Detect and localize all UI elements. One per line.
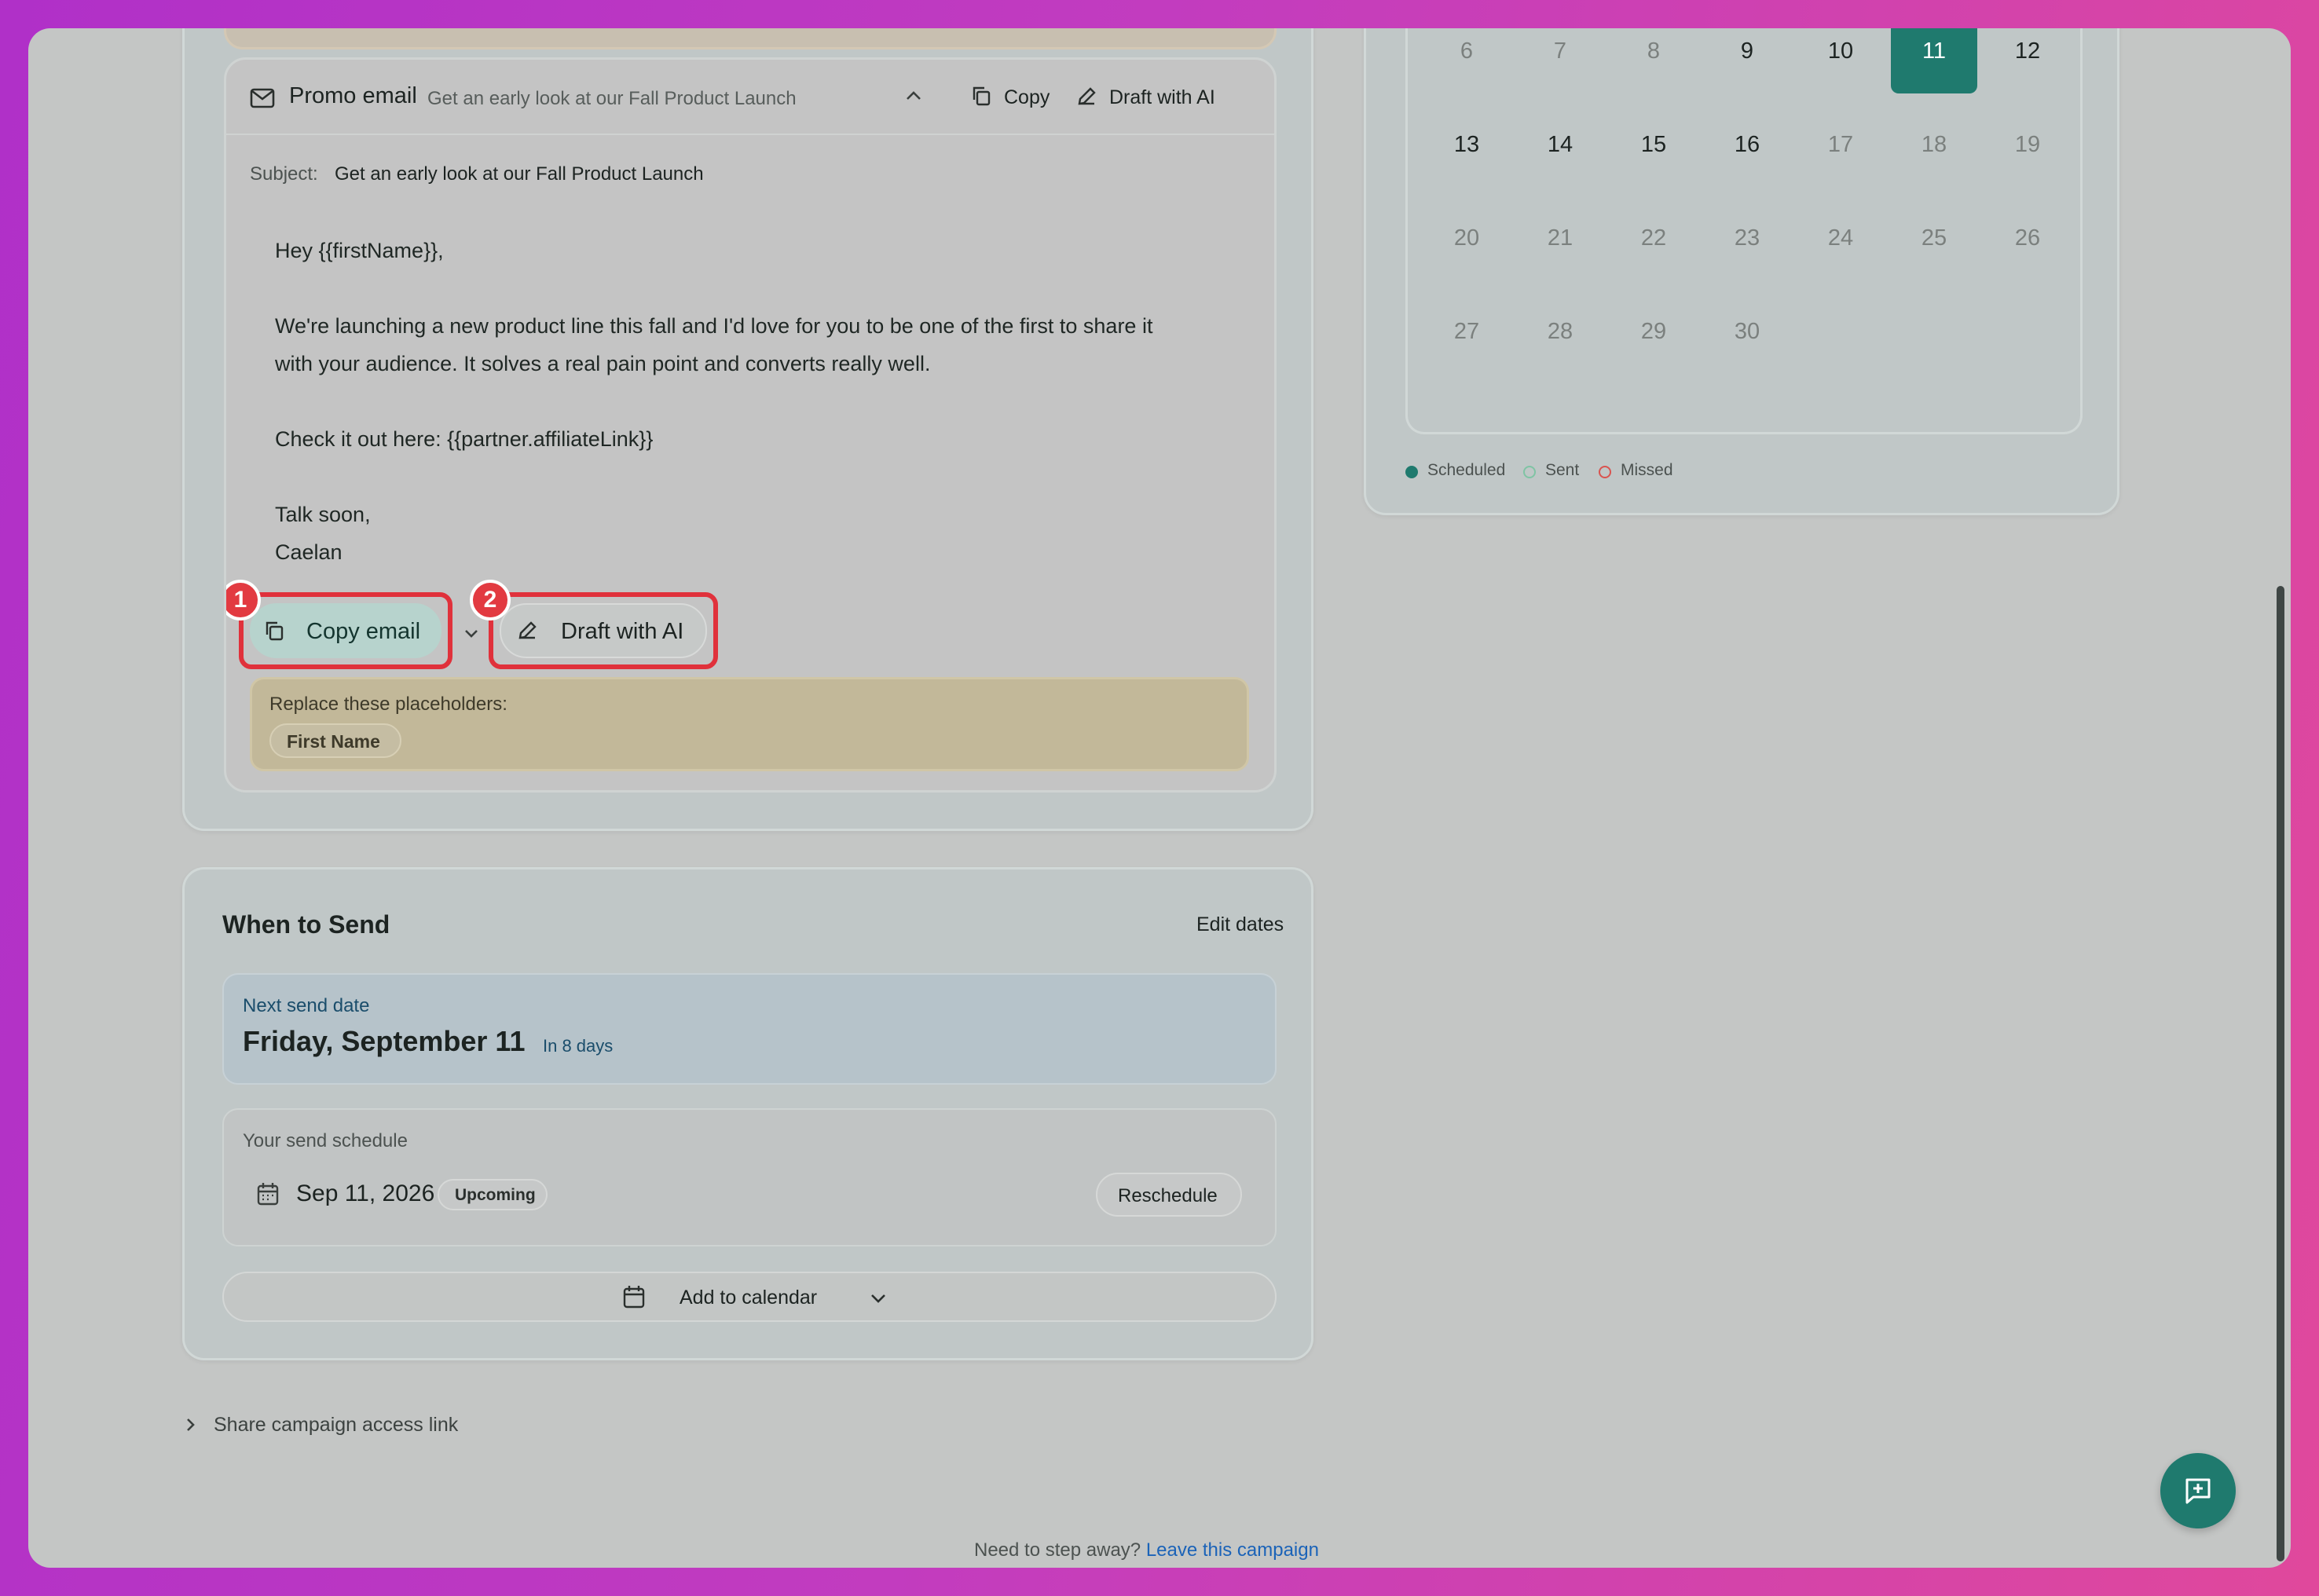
chevron-down-icon[interactable] — [463, 628, 479, 639]
add-to-calendar-button[interactable]: Add to calendar — [222, 1272, 1277, 1322]
upcoming-badge: Upcoming — [438, 1179, 548, 1210]
draft-with-ai-button[interactable]: Draft with AI — [500, 603, 707, 658]
send-schedule-label: Your send schedule — [243, 1130, 408, 1151]
calendar-day[interactable]: 17 — [1797, 102, 1884, 187]
calendar-icon — [257, 1182, 279, 1206]
when-to-send-title: When to Send — [222, 910, 390, 939]
calendar-day[interactable]: 25 — [1891, 196, 1977, 280]
email-title: Promo email — [289, 83, 417, 108]
email-preview: Get an early look at our Fall Product La… — [427, 88, 797, 109]
floating-chat-button[interactable] — [2160, 1453, 2236, 1528]
email-card: Promo email Get an early look at our Fal… — [182, 28, 1313, 831]
calendar-day[interactable]: 10 — [1797, 28, 1884, 93]
pencil-icon[interactable] — [1076, 86, 1097, 107]
upcoming-label: Upcoming — [455, 1186, 536, 1204]
share-campaign-link[interactable]: Share campaign access link — [185, 1407, 515, 1442]
send-schedule-panel: Your send schedule Sep 11, 2026 Upcoming… — [222, 1108, 1277, 1246]
calendar-day[interactable]: 22 — [1610, 196, 1697, 280]
draft-with-ai-header-button[interactable]: Draft with AI — [1109, 86, 1215, 109]
leave-campaign-link[interactable]: Leave this campaign — [1146, 1539, 1319, 1561]
scrollbar-thumb[interactable] — [2277, 586, 2284, 1561]
in-days-badge: In 8 days — [543, 1036, 614, 1056]
calendar-day-selected[interactable]: 11 — [1891, 28, 1977, 93]
calendar-day[interactable]: 15 — [1610, 102, 1697, 187]
calendar-day[interactable]: 14 — [1517, 102, 1603, 187]
legend-scheduled: Scheduled — [1427, 461, 1506, 479]
copy-icon[interactable] — [971, 85, 991, 107]
copy-icon — [264, 620, 284, 642]
body-link-line: Check it out here: {{partner.affiliateLi… — [275, 427, 654, 451]
calendar-day[interactable]: 9 — [1704, 28, 1790, 93]
sent-dot — [1523, 466, 1536, 478]
calendar-day[interactable]: 16 — [1704, 102, 1790, 187]
chevron-up-icon[interactable] — [905, 90, 922, 102]
reschedule-label: Reschedule — [1118, 1185, 1218, 1206]
placeholder-chip[interactable]: First Name — [269, 723, 401, 758]
calendar-day[interactable]: 12 — [1984, 28, 2071, 93]
reschedule-button[interactable]: Reschedule — [1096, 1173, 1242, 1217]
promo-email-panel: Promo email Get an early look at our Fal… — [224, 57, 1277, 793]
schedule-date: Sep 11, 2026 — [296, 1181, 435, 1206]
footer: Need to step away? Leave this campaign — [974, 1539, 1367, 1568]
calendar-day[interactable]: 24 — [1797, 196, 1884, 280]
placeholder-notice: Replace these placeholders: First Name — [250, 677, 1249, 771]
mail-icon — [250, 88, 275, 108]
legend-missed: Missed — [1621, 461, 1673, 479]
calendar-day[interactable]: 6 — [1423, 28, 1510, 93]
placeholder-chip-label: First Name — [287, 731, 380, 752]
draft-with-ai-label: Draft with AI — [561, 619, 684, 644]
calendar-day[interactable]: 30 — [1704, 289, 1790, 374]
calendar-day[interactable]: 26 — [1984, 196, 2071, 280]
share-campaign-label: Share campaign access link — [214, 1414, 459, 1436]
top-strip — [224, 28, 1277, 49]
pencil-icon — [517, 620, 537, 641]
calendar-day[interactable]: 21 — [1517, 196, 1603, 280]
app-window: Promo email Get an early look at our Fal… — [28, 28, 2291, 1568]
step-badge-2: 2 — [470, 580, 511, 620]
subject-value: Get an early look at our Fall Product La… — [335, 163, 704, 185]
subject-label: Subject: — [250, 163, 318, 185]
chat-add-icon — [2184, 1477, 2212, 1505]
calendar-day[interactable]: 29 — [1610, 289, 1697, 374]
copy-email-button[interactable]: Copy email — [250, 603, 441, 658]
calendar-day[interactable]: 13 — [1423, 102, 1510, 187]
placeholder-notice-title: Replace these placeholders: — [269, 694, 507, 715]
legend-sent: Sent — [1545, 461, 1580, 479]
calendar-day[interactable]: 28 — [1517, 289, 1603, 374]
calendar-day[interactable]: 20 — [1423, 196, 1510, 280]
calendar-day[interactable]: 18 — [1891, 102, 1977, 187]
calendar-grid: 6 7 8 9 10 11 12 13 14 15 16 17 18 19 20 21 22 23 24 25 26 27… — [1405, 28, 2083, 434]
body-para1-line1: We're launching a new product line this … — [275, 314, 1153, 338]
copy-email-label: Copy email — [306, 619, 421, 644]
next-send-label: Next send date — [243, 995, 370, 1016]
body-name: Caelan — [275, 540, 343, 564]
next-send-date: Friday, September 11 — [243, 1025, 526, 1057]
missed-dot — [1599, 466, 1611, 478]
calendar-day[interactable]: 23 — [1704, 196, 1790, 280]
chevron-down-icon — [870, 1293, 887, 1304]
calendar-day[interactable]: 19 — [1984, 102, 2071, 187]
calendar-day[interactable]: 8 — [1610, 28, 1697, 93]
calendar-card: 6 7 8 9 10 11 12 13 14 15 16 17 18 19 20 21 22 23 24 25 26 27… — [1364, 28, 2119, 515]
chevron-right-icon — [185, 1417, 196, 1433]
footer-question: Need to step away? — [974, 1539, 1141, 1561]
body-para1-line2: with your audience. It solves a real pai… — [275, 352, 931, 375]
calendar-day[interactable]: 27 — [1423, 289, 1510, 374]
calendar-icon — [623, 1285, 645, 1309]
add-to-calendar-label: Add to calendar — [680, 1287, 818, 1309]
scheduled-dot — [1405, 466, 1418, 478]
calendar-day[interactable]: 7 — [1517, 28, 1603, 93]
email-header[interactable]: Promo email Get an early look at our Fal… — [226, 60, 1274, 135]
next-send-panel: Next send date Friday, September 11 In 8… — [222, 973, 1277, 1085]
when-to-send-card: When to Send Edit dates Next send date F… — [182, 867, 1313, 1360]
copy-button[interactable]: Copy — [1004, 86, 1050, 109]
edit-dates-button[interactable]: Edit dates — [1196, 913, 1284, 936]
body-signoff: Talk soon, — [275, 503, 371, 526]
body-greeting: Hey {{firstName}}, — [275, 239, 444, 262]
